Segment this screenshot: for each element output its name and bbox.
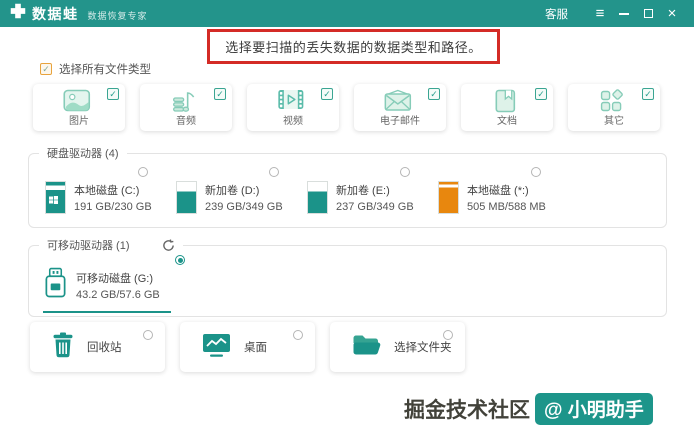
app-logo: 数据蛙 数据恢复专家 bbox=[10, 3, 148, 24]
location-label: 选择文件夹 bbox=[394, 342, 452, 354]
drive-capacity: 239 GB/349 GB bbox=[205, 201, 283, 213]
type-card-documents[interactable]: ✓ 文档 bbox=[461, 84, 553, 131]
type-label: 电子邮件 bbox=[380, 116, 420, 127]
data-recovery-window: { "window": { "app_name": "数据蛙", "app_su… bbox=[0, 0, 694, 439]
type-label: 其它 bbox=[604, 116, 624, 127]
type-label: 音频 bbox=[176, 116, 196, 127]
type-card-images[interactable]: ✓ 图片 bbox=[33, 84, 125, 131]
type-checkbox-other[interactable]: ✓ bbox=[642, 88, 654, 100]
drive-capacity: 43.2 GB/57.6 GB bbox=[76, 289, 160, 301]
headline-annotation-box: 选择要扫描的丢失数据的数据类型和路径。 bbox=[207, 29, 500, 64]
menu-icon[interactable]: ≡ bbox=[588, 0, 612, 27]
type-checkbox-video[interactable]: ✓ bbox=[321, 88, 333, 100]
drive-radio-g[interactable] bbox=[175, 255, 185, 265]
location-card-choose-folder[interactable]: 选择文件夹 bbox=[330, 322, 465, 372]
drive-radio-star[interactable] bbox=[531, 167, 541, 177]
windows-logo-icon bbox=[49, 191, 58, 209]
location-card-recycle-bin[interactable]: 回收站 bbox=[30, 322, 165, 372]
drive-item-e[interactable]: 新加卷 (E:) 237 GB/349 GB bbox=[307, 165, 438, 214]
location-radio-recycle-bin[interactable] bbox=[143, 330, 153, 340]
location-radio-choose-folder[interactable] bbox=[443, 330, 453, 340]
minimize-icon bbox=[619, 12, 629, 15]
location-card-desktop[interactable]: 桌面 bbox=[180, 322, 315, 372]
drive-radio-e[interactable] bbox=[400, 167, 410, 177]
type-label: 图片 bbox=[69, 116, 89, 127]
location-label: 桌面 bbox=[244, 342, 267, 354]
support-button[interactable]: 客服 bbox=[545, 6, 568, 22]
usb-drive-icon bbox=[43, 267, 68, 304]
drive-radio-d[interactable] bbox=[269, 167, 279, 177]
select-all-label: 选择所有文件类型 bbox=[59, 64, 151, 76]
drive-name: 新加卷 (E:) bbox=[336, 185, 390, 197]
cross-logo-icon bbox=[10, 3, 26, 24]
type-checkbox-email[interactable]: ✓ bbox=[428, 88, 440, 100]
hard-drives-title: 硬盘驱动器 (4) bbox=[47, 148, 119, 160]
drive-name: 本地磁盘 (*:) bbox=[467, 185, 529, 197]
file-type-row: ✓ 图片 ✓ 音频 ✓ 视频 ✓ 电子邮件 ✓ 文档 ✓ 其它 bbox=[33, 84, 660, 131]
drive-d-icon bbox=[176, 181, 197, 214]
drive-name: 可移动磁盘 (G:) bbox=[76, 273, 153, 285]
location-radio-desktop[interactable] bbox=[293, 330, 303, 340]
drive-capacity: 505 MB/588 MB bbox=[467, 201, 546, 213]
type-checkbox-documents[interactable]: ✓ bbox=[535, 88, 547, 100]
drive-item-g[interactable]: 可移动磁盘 (G:) 43.2 GB/57.6 GB bbox=[43, 255, 185, 313]
desktop-icon bbox=[202, 333, 231, 362]
refresh-icon[interactable] bbox=[162, 238, 175, 252]
drive-name: 新加卷 (D:) bbox=[205, 185, 260, 197]
drive-e-icon bbox=[307, 181, 328, 214]
close-button[interactable]: × bbox=[660, 0, 684, 27]
location-label: 回收站 bbox=[87, 342, 122, 354]
type-checkbox-images[interactable]: ✓ bbox=[107, 88, 119, 100]
minimize-button[interactable] bbox=[612, 0, 636, 27]
watermark-text: 掘金技术社区 bbox=[404, 399, 530, 422]
select-all-file-types[interactable]: ✓ 选择所有文件类型 bbox=[40, 61, 151, 77]
removable-drives-title: 可移动驱动器 (1) bbox=[47, 240, 130, 252]
type-label: 视频 bbox=[283, 116, 303, 127]
folder-icon bbox=[352, 334, 381, 361]
hard-drives-section: 硬盘驱动器 (4) 本地磁盘 (C:) 191 GB/230 GB 新加卷 (D… bbox=[28, 145, 667, 228]
maximize-icon bbox=[643, 9, 653, 18]
type-card-email[interactable]: ✓ 电子邮件 bbox=[354, 84, 446, 131]
select-all-checkbox[interactable]: ✓ bbox=[40, 63, 52, 75]
page-title: 选择要扫描的丢失数据的数据类型和路径。 bbox=[225, 40, 482, 55]
drive-star-icon bbox=[438, 181, 459, 214]
drive-item-c[interactable]: 本地磁盘 (C:) 191 GB/230 GB bbox=[45, 165, 176, 214]
app-name: 数据蛙 bbox=[32, 5, 79, 22]
type-label: 文档 bbox=[497, 116, 517, 127]
drive-item-star[interactable]: 本地磁盘 (*:) 505 MB/588 MB bbox=[438, 165, 569, 214]
watermark: 掘金技术社区 @ 小明助手 bbox=[404, 393, 653, 425]
locations-row: 回收站 桌面 选择文件夹 bbox=[30, 322, 465, 372]
type-card-video[interactable]: ✓ 视频 bbox=[247, 84, 339, 131]
drive-c-icon bbox=[45, 181, 66, 214]
drive-item-d[interactable]: 新加卷 (D:) 239 GB/349 GB bbox=[176, 165, 307, 214]
drive-capacity: 191 GB/230 GB bbox=[74, 201, 152, 213]
watermark-badge: @ 小明助手 bbox=[535, 393, 653, 425]
trash-icon bbox=[52, 332, 74, 363]
drive-name: 本地磁盘 (C:) bbox=[74, 185, 140, 197]
hard-drives-grid: 本地磁盘 (C:) 191 GB/230 GB 新加卷 (D:) 239 GB/… bbox=[29, 161, 666, 214]
titlebar: 数据蛙 数据恢复专家 客服 ≡ × bbox=[0, 0, 694, 27]
type-card-audio[interactable]: ✓ 音频 bbox=[140, 84, 232, 131]
removable-drives-section: 可移动驱动器 (1) 可移动磁盘 (G:) 43.2 GB/57.6 GB bbox=[28, 237, 667, 317]
app-subtitle: 数据恢复专家 bbox=[87, 10, 148, 21]
drive-radio-c[interactable] bbox=[138, 167, 148, 177]
maximize-button[interactable] bbox=[636, 0, 660, 27]
drive-capacity: 237 GB/349 GB bbox=[336, 201, 414, 213]
type-card-other[interactable]: ✓ 其它 bbox=[568, 84, 660, 131]
type-checkbox-audio[interactable]: ✓ bbox=[214, 88, 226, 100]
